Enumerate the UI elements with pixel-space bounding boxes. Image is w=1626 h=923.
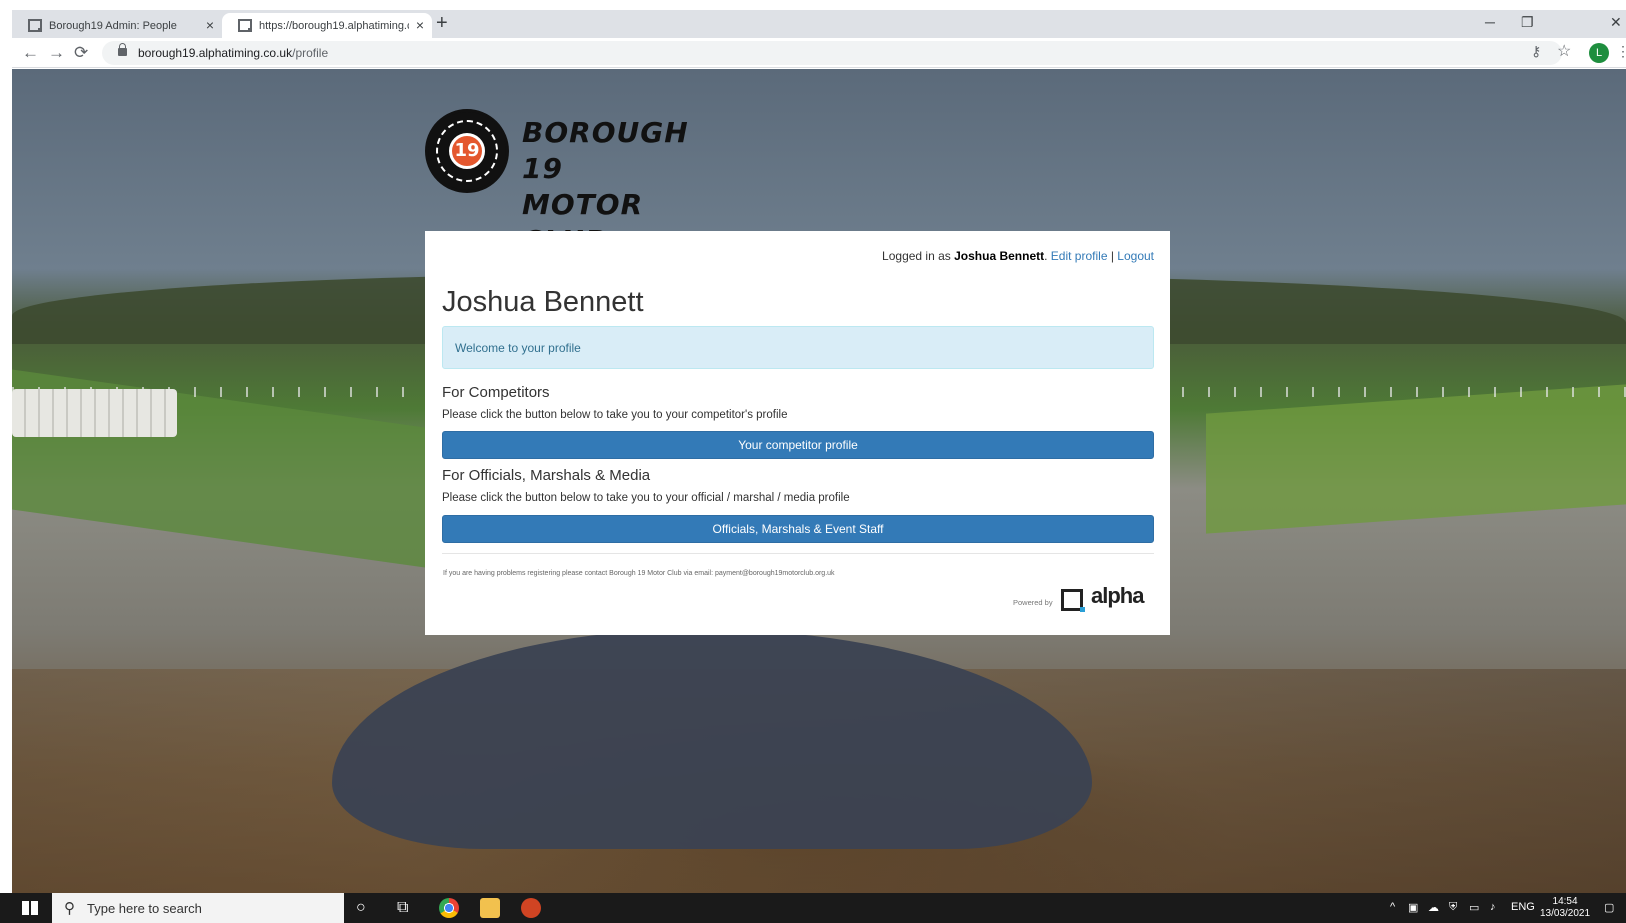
tab-close-icon[interactable]: ×: [206, 17, 214, 33]
bookmark-star-icon[interactable]: ☆: [1557, 41, 1571, 61]
page-background: 19 BOROUGH 19 MOTOR CLUB Logged in as Jo…: [12, 69, 1626, 893]
tab-title: Borough19 Admin: People: [49, 19, 177, 32]
tab-close-icon[interactable]: ×: [416, 17, 424, 33]
help-text: If you are having problems registering p…: [443, 570, 835, 577]
new-tab-button[interactable]: +: [436, 12, 448, 35]
forward-icon[interactable]: →: [48, 43, 65, 63]
minimize-icon[interactable]: ─: [1485, 14, 1495, 30]
powered-by-label: Powered by: [1013, 598, 1053, 607]
password-key-icon[interactable]: ⚷: [1531, 43, 1541, 60]
race-car: [332, 629, 1092, 849]
page-favicon-icon: [238, 19, 252, 32]
url-text[interactable]: borough19.alphatiming.co.uk/profile: [138, 46, 328, 60]
lock-icon[interactable]: [118, 43, 127, 56]
alpha-logo-text[interactable]: alpha: [1091, 583, 1144, 609]
tyre-wall: [12, 389, 177, 437]
taskbar-search[interactable]: ⚲ Type here to search: [52, 893, 344, 923]
officials-heading: For Officials, Marshals & Media: [442, 467, 651, 484]
competitor-profile-button[interactable]: Your competitor profile: [442, 431, 1154, 459]
tab-profile[interactable]: https://borough19.alphatiming.co ×: [222, 13, 432, 38]
alpha-logo-icon[interactable]: [1061, 587, 1087, 613]
profile-avatar[interactable]: L: [1589, 43, 1609, 63]
menu-icon[interactable]: ⋮: [1616, 43, 1626, 60]
browser-toolbar: ← → ⟳ borough19.alphatiming.co.uk/profil…: [12, 38, 1626, 68]
badge-number: 19: [449, 133, 485, 169]
competitors-heading: For Competitors: [442, 384, 550, 401]
search-placeholder: Type here to search: [87, 901, 202, 916]
taskbar-clock[interactable]: 14:54 13/03/2021: [1540, 896, 1590, 920]
reload-icon[interactable]: ⟳: [74, 43, 88, 63]
screen: Borough19 Admin: People × https://boroug…: [0, 0, 1626, 923]
windows-taskbar: ⚲ Type here to search ○ ⧉ ^ ▣ ☁ ⛨ ▭ ♪ EN…: [0, 893, 1626, 923]
welcome-alert: Welcome to your profile: [442, 326, 1154, 369]
network-icon[interactable]: ▭: [1469, 901, 1479, 914]
page-title: Joshua Bennett: [442, 286, 644, 318]
tab-admin-people[interactable]: Borough19 Admin: People ×: [12, 13, 222, 38]
chrome-taskbar-icon[interactable]: [439, 898, 459, 918]
task-view-icon[interactable]: ⧉: [397, 899, 408, 917]
grass-right: [1206, 384, 1626, 534]
show-hidden-icons-icon[interactable]: ^: [1390, 901, 1395, 913]
edit-profile-link[interactable]: Edit profile: [1051, 249, 1108, 263]
security-icon[interactable]: ⛨: [1449, 901, 1457, 914]
address-bar[interactable]: borough19.alphatiming.co.uk/profile: [102, 41, 1562, 65]
tab-bar: Borough19 Admin: People × https://boroug…: [12, 10, 1626, 38]
notifications-icon[interactable]: ▢: [1604, 901, 1614, 914]
profile-card: Logged in as Joshua Bennett. Edit profil…: [425, 231, 1170, 635]
onedrive-icon[interactable]: ☁: [1428, 901, 1439, 914]
powerpoint-icon[interactable]: [521, 898, 541, 918]
back-icon[interactable]: ←: [22, 43, 39, 63]
page-favicon-icon: [28, 19, 42, 32]
cortana-icon[interactable]: ○: [356, 899, 366, 917]
search-icon: ⚲: [64, 900, 75, 917]
language-indicator[interactable]: ENG: [1511, 901, 1535, 913]
club-badge-icon: 19: [425, 109, 509, 193]
close-window-icon[interactable]: ✕: [1610, 14, 1622, 31]
logged-in-username: Joshua Bennett: [954, 249, 1045, 263]
competitors-text: Please click the button below to take yo…: [442, 409, 788, 421]
club-logo: 19 BOROUGH 19 MOTOR CLUB: [425, 109, 725, 257]
file-explorer-icon[interactable]: [480, 898, 500, 918]
meet-now-icon[interactable]: ▣: [1408, 901, 1418, 914]
restore-icon[interactable]: ❐: [1521, 14, 1534, 31]
logged-in-status: Logged in as Joshua Bennett. Edit profil…: [882, 249, 1154, 263]
tab-title: https://borough19.alphatiming.co: [259, 19, 409, 32]
volume-icon[interactable]: ♪: [1490, 901, 1496, 913]
logout-link[interactable]: Logout: [1117, 249, 1154, 263]
officials-profile-button[interactable]: Officials, Marshals & Event Staff: [442, 515, 1154, 543]
windows-start-icon[interactable]: [22, 901, 38, 915]
officials-text: Please click the button below to take yo…: [442, 492, 850, 504]
divider: [442, 553, 1154, 554]
